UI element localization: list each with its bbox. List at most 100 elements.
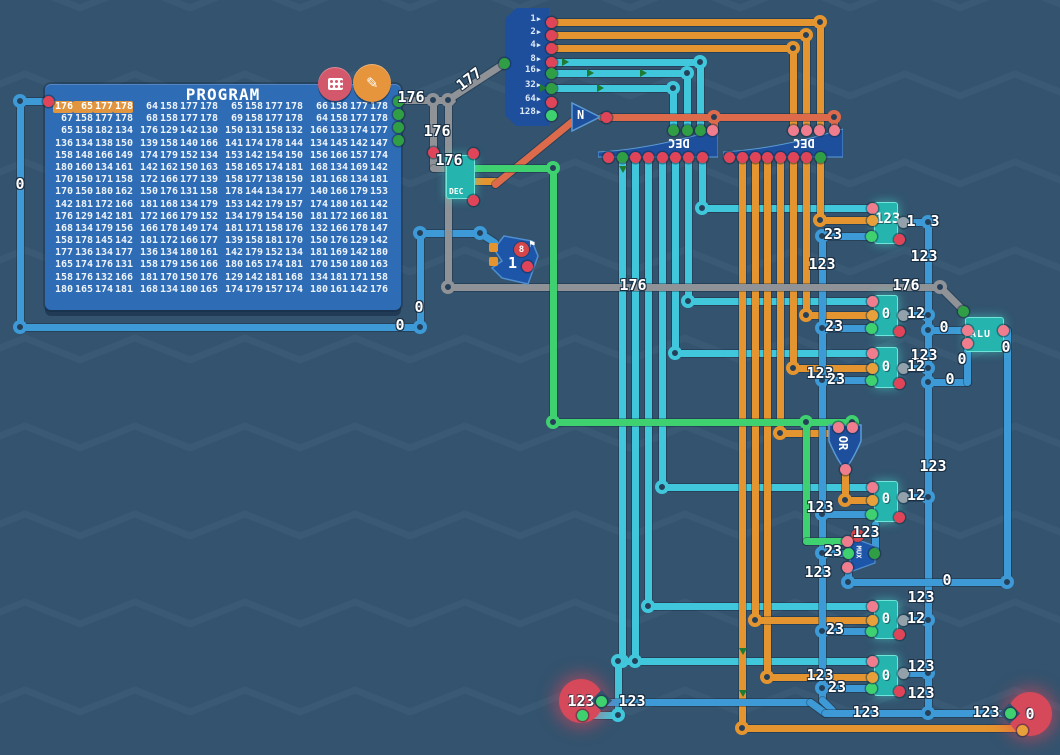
wire-node xyxy=(413,320,427,334)
wire-node xyxy=(13,320,27,334)
wire-segment xyxy=(545,85,677,92)
wire-value-label: 123 xyxy=(907,588,934,606)
pin-dot xyxy=(867,672,878,683)
wire-value-label: 176 xyxy=(397,88,424,106)
program-edit-button[interactable]: ✎ xyxy=(353,64,391,102)
wire-value-label: 12 xyxy=(907,357,925,375)
counter-input-tab xyxy=(489,257,498,266)
program-row: 1581781451421811721661771391581811701501… xyxy=(53,232,397,244)
pin-dot xyxy=(867,348,878,359)
pin-dot xyxy=(707,125,718,136)
pin-dot xyxy=(546,68,557,79)
wire-node xyxy=(799,308,813,322)
pin-dot xyxy=(668,125,679,136)
direction-arrow-icon xyxy=(640,69,647,77)
wire-node xyxy=(921,375,935,389)
program-row: 1681341791561661781491741811711581761321… xyxy=(53,220,397,232)
splitter-output-label: 4▶ xyxy=(530,41,541,50)
wire-node xyxy=(441,93,455,107)
wire-segment xyxy=(672,154,679,357)
program-row: 1581481661491741791521341531421541501561… xyxy=(53,147,397,159)
pencil-icon: ✎ xyxy=(367,74,378,92)
pin-dot xyxy=(866,323,877,334)
wire-node xyxy=(441,280,455,294)
pin-dot xyxy=(962,325,973,336)
circuit-canvas[interactable]: PROGRAM 17665177178641581771786515817717… xyxy=(0,0,1060,755)
wire-node xyxy=(786,41,800,55)
wire-value-label: 123 xyxy=(806,498,833,516)
register-value: 0 xyxy=(875,491,897,507)
pin-dot xyxy=(546,83,557,94)
wire-node xyxy=(841,575,855,589)
wire-node xyxy=(13,94,27,108)
pin-dot xyxy=(958,306,969,317)
wire-node xyxy=(681,294,695,308)
wire-segment xyxy=(645,603,876,610)
wire-value-label: 123 xyxy=(804,563,831,581)
pin-dot xyxy=(894,326,905,337)
pin-dot xyxy=(894,512,905,523)
pin-dot xyxy=(682,125,693,136)
output-value: 0 xyxy=(1025,705,1034,723)
pin-dot xyxy=(894,629,905,640)
register-value: 0 xyxy=(875,306,897,322)
pin-dot xyxy=(762,152,773,163)
pin-dot xyxy=(546,57,557,68)
pin-dot xyxy=(867,296,878,307)
wire-node xyxy=(921,323,935,337)
wire-segment xyxy=(697,59,704,134)
wire-value-label: 123 xyxy=(852,523,879,541)
wire-value-label: 23 xyxy=(824,542,842,560)
wire-node xyxy=(799,28,813,42)
wire-value-label: 23 xyxy=(825,317,843,335)
wire-segment xyxy=(845,579,1011,586)
splitter-output-label: 8▶ xyxy=(530,55,541,64)
wire-node xyxy=(838,493,852,507)
pin-dot xyxy=(867,482,878,493)
wire-node xyxy=(693,55,707,69)
byte-splitter[interactable]: 1▶2▶4▶8▶16▶32▶64▶128▶ xyxy=(505,8,549,126)
wire-value-label: 123 xyxy=(907,684,934,702)
program-row: 1361341381501391581401661411741781441341… xyxy=(53,135,397,147)
wire-node xyxy=(655,480,669,494)
wire-value-label: 123 xyxy=(618,692,645,710)
wire-node xyxy=(786,361,800,375)
wire-segment xyxy=(672,350,876,357)
pin-dot xyxy=(1017,725,1028,736)
wire-node xyxy=(735,721,749,735)
wire-value-label: 176 xyxy=(435,151,462,169)
wire-value-label: 123 xyxy=(972,703,999,721)
wire-node xyxy=(546,161,560,175)
wire-segment xyxy=(632,154,639,665)
pin-dot xyxy=(843,548,854,559)
pin-dot xyxy=(867,495,878,506)
pin-dot xyxy=(468,148,479,159)
program-row: 1421811721661811681341791531421791571741… xyxy=(53,196,397,208)
wire-segment xyxy=(619,154,626,665)
wire-node xyxy=(413,226,427,240)
program-memory-panel[interactable]: PROGRAM 17665177178641581771786515817717… xyxy=(45,84,401,310)
alu-label: ALU xyxy=(970,329,991,340)
program-view-button[interactable] xyxy=(318,67,352,101)
wire-node xyxy=(666,81,680,95)
wire-value-label: 12 xyxy=(907,486,925,504)
pin-dot xyxy=(842,562,853,573)
pin-dot xyxy=(788,125,799,136)
program-row: 1801601341611421621501631581651741811681… xyxy=(53,159,397,171)
direction-arrow-icon xyxy=(540,84,547,92)
wire-value-label: 123 xyxy=(852,703,879,721)
pin-dot xyxy=(601,112,612,123)
wire-segment xyxy=(803,419,810,545)
splitter-output-label: 2▶ xyxy=(530,28,541,37)
pin-dot xyxy=(657,152,668,163)
wire-node xyxy=(546,415,560,429)
wire-node xyxy=(799,415,813,429)
register-value: 0 xyxy=(875,359,897,375)
pin-dot xyxy=(393,109,404,120)
wire-segment xyxy=(739,154,746,732)
pin-dot xyxy=(866,683,877,694)
program-row: 1771361341771361341801611421791521341811… xyxy=(53,244,397,256)
counter-input-tab xyxy=(489,243,498,252)
wire-segment xyxy=(17,98,24,331)
splitter-output-label: 16▶ xyxy=(525,66,541,75)
